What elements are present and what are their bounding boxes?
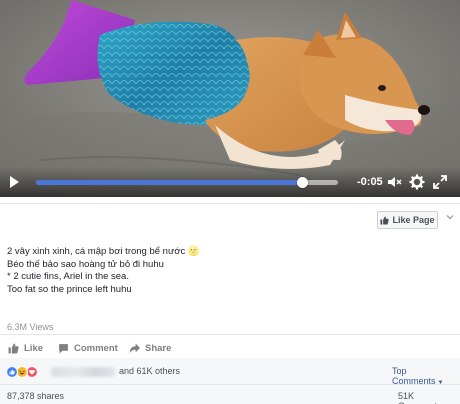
comment-count[interactable]: 51K Comments xyxy=(398,391,460,404)
post-line: 2 vây xinh xinh, cá mập bơi trong bể nướ… xyxy=(7,246,200,257)
like-button[interactable]: Like xyxy=(8,342,43,354)
thumbs-up-icon xyxy=(380,215,390,225)
video-scrubber-handle[interactable] xyxy=(296,177,308,188)
comment-button[interactable]: Comment xyxy=(58,342,118,354)
top-comments-dropdown[interactable]: Top Comments ▼ xyxy=(392,366,460,386)
reaction-icons[interactable] xyxy=(6,366,48,378)
thumbs-up-icon xyxy=(8,343,19,353)
mute-icon[interactable] xyxy=(386,174,402,190)
video-progress-bar[interactable] xyxy=(36,177,338,188)
post-line: Too fat so the prince left huhu xyxy=(7,283,132,295)
share-arrow-icon xyxy=(129,343,140,353)
like-page-button[interactable]: Like Page xyxy=(377,211,438,229)
divider xyxy=(0,384,460,385)
video-player[interactable]: -0:05 xyxy=(0,0,460,197)
reactions-summary: and 61K others Top Comments ▼ 87,378 shar… xyxy=(0,358,460,404)
divider xyxy=(0,203,460,204)
dropdown-caret-icon: ▼ xyxy=(437,380,444,386)
comment-bubble-icon xyxy=(59,343,68,353)
blurred-names xyxy=(51,367,115,377)
post-line: Béo thế bảo sao hoàng tử bỏ đi huhu xyxy=(7,258,164,270)
divider xyxy=(0,334,460,335)
top-comments-label: Top Comments xyxy=(392,366,436,386)
view-count: 6.3M Views xyxy=(7,322,54,332)
share-count[interactable]: 87,378 shares xyxy=(7,391,64,401)
video-progress-fill xyxy=(36,180,302,185)
reaction-others-count[interactable]: and 61K others xyxy=(119,366,180,376)
time-remaining: -0:05 xyxy=(357,176,383,188)
settings-gear-icon[interactable] xyxy=(409,174,425,190)
post-line: * 2 cutie fins, Ariel in the sea. xyxy=(7,271,129,282)
comment-label: Comment xyxy=(74,342,118,354)
fullscreen-icon[interactable] xyxy=(432,174,448,190)
share-label: Share xyxy=(145,342,172,354)
post-message: 2 vây xinh xinh, cá mập bơi trong bể nướ… xyxy=(7,246,447,296)
chevron-down-icon[interactable] xyxy=(446,213,454,221)
play-icon[interactable] xyxy=(7,175,21,189)
like-page-label: Like Page xyxy=(392,215,435,225)
like-label: Like xyxy=(24,342,44,354)
video-controls: -0:05 xyxy=(0,167,460,197)
share-button[interactable]: Share xyxy=(129,342,171,354)
like-reaction-icon xyxy=(6,366,18,378)
